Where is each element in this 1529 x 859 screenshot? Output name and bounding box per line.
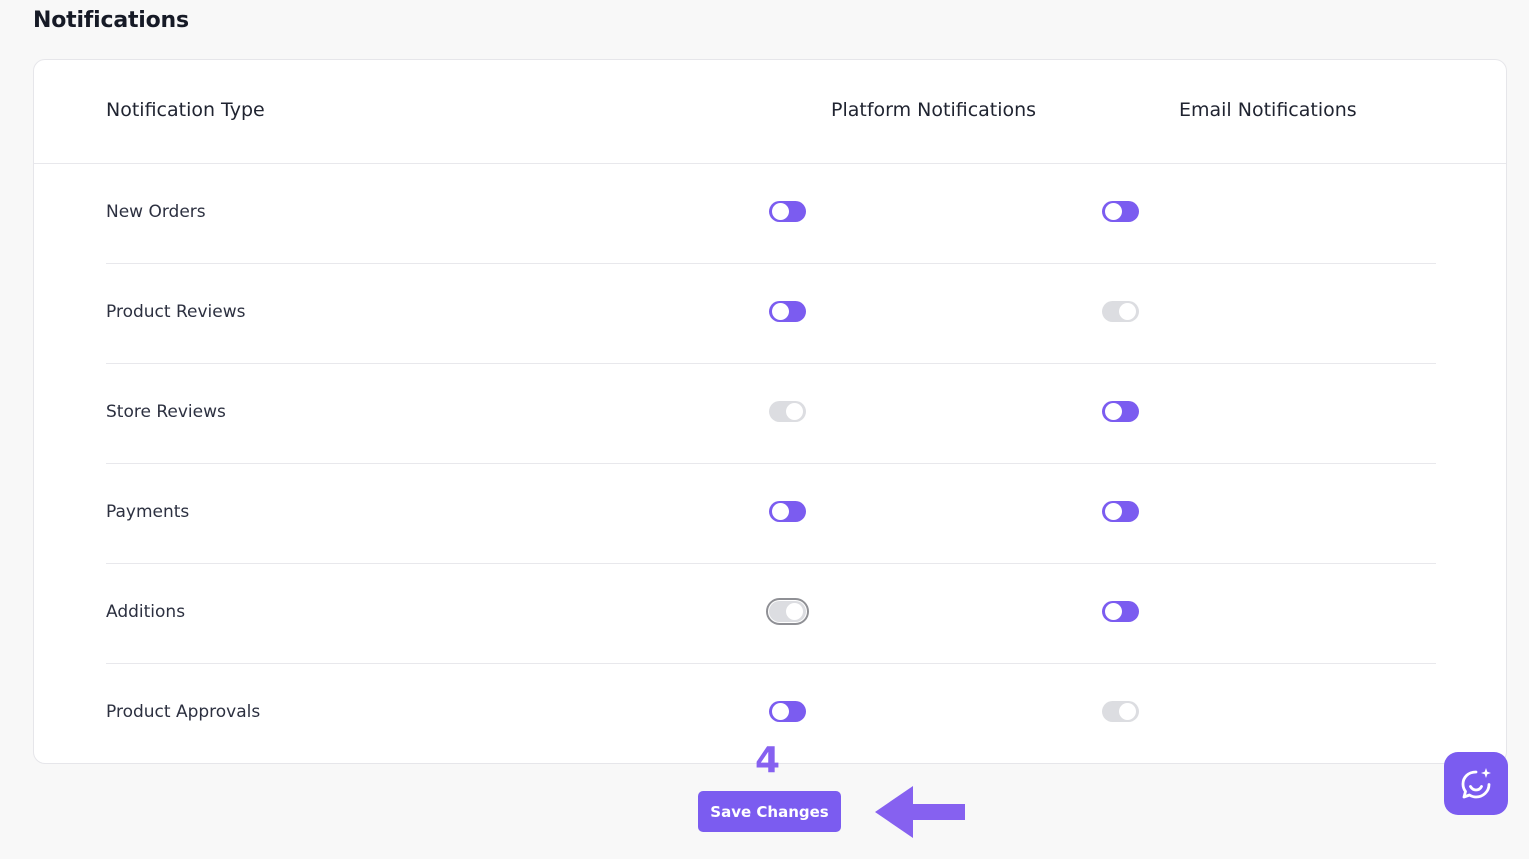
toggle-knob <box>772 503 789 520</box>
platform-toggle[interactable] <box>769 301 806 322</box>
table-row: Payments <box>106 464 1436 564</box>
page-title: Notifications <box>33 8 189 33</box>
email-toggle[interactable] <box>1102 201 1139 222</box>
row-label: Store Reviews <box>106 402 226 422</box>
chat-button[interactable] <box>1444 752 1508 815</box>
toggle-knob <box>1105 603 1122 620</box>
toggle-knob <box>1119 303 1136 320</box>
header-platform-notifications: Platform Notifications <box>831 99 1037 121</box>
toggle-knob <box>1119 703 1136 720</box>
toggle-knob <box>1105 403 1122 420</box>
platform-toggle[interactable] <box>769 701 806 722</box>
email-toggle[interactable] <box>1102 601 1139 622</box>
platform-toggle[interactable] <box>769 201 806 222</box>
notifications-card: Notification Type Platform Notifications… <box>33 59 1507 764</box>
table-row: Product Reviews <box>106 264 1436 364</box>
left-arrow-icon <box>875 786 965 838</box>
email-toggle[interactable] <box>1102 401 1139 422</box>
header-email-notifications: Email Notifications <box>1179 99 1357 121</box>
row-label: New Orders <box>106 202 206 222</box>
save-changes-button[interactable]: Save Changes <box>698 791 841 832</box>
toggle-knob <box>1105 203 1122 220</box>
header-notification-type: Notification Type <box>106 99 265 121</box>
email-toggle[interactable] <box>1102 501 1139 522</box>
toggle-knob <box>772 703 789 720</box>
chat-ai-icon <box>1461 767 1491 798</box>
row-label: Product Reviews <box>106 302 246 322</box>
toggle-knob <box>786 403 803 420</box>
table-row: Additions <box>106 564 1436 664</box>
step-number-annotation: 4 <box>755 740 781 781</box>
row-label: Payments <box>106 502 190 522</box>
row-label: Product Approvals <box>106 702 261 722</box>
toggle-knob <box>786 603 803 620</box>
table-row: Store Reviews <box>106 364 1436 464</box>
platform-toggle[interactable] <box>769 401 806 422</box>
table-row: New Orders <box>106 164 1436 264</box>
toggle-knob <box>772 303 789 320</box>
row-label: Additions <box>106 602 186 622</box>
platform-toggle[interactable] <box>766 598 809 625</box>
table-header: Notification Type Platform Notifications… <box>34 60 1506 164</box>
platform-toggle[interactable] <box>769 501 806 522</box>
email-toggle[interactable] <box>1102 301 1139 322</box>
toggle-knob <box>1105 503 1122 520</box>
toggle-knob <box>772 203 789 220</box>
email-toggle[interactable] <box>1102 701 1139 722</box>
